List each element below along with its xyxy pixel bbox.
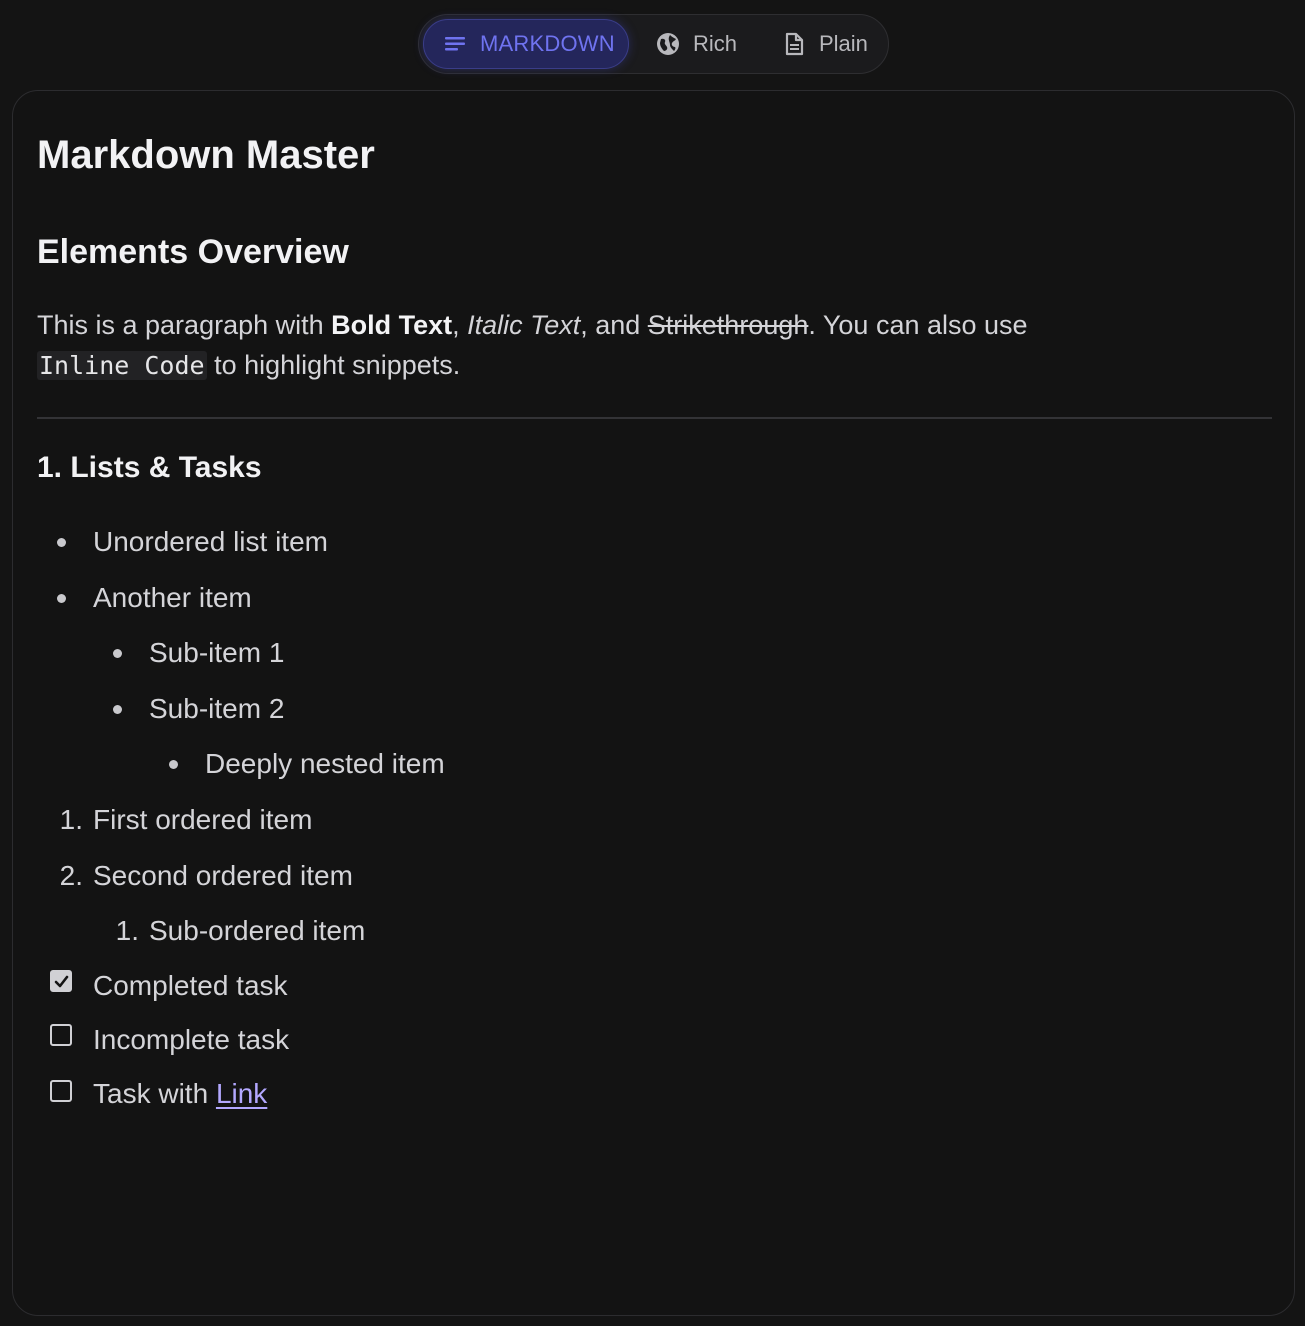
list-number: 1. xyxy=(115,915,139,946)
bullet-icon xyxy=(57,594,66,603)
paragraph-text: to highlight snippets. xyxy=(206,350,461,380)
task-checkbox[interactable] xyxy=(50,1024,72,1046)
inline-code: Inline Code xyxy=(37,351,207,380)
check-icon xyxy=(54,975,69,988)
editor-mode-switcher: MARKDOWN Rich Plain xyxy=(418,14,889,74)
markdown-editor[interactable]: Markdown Master Elements Overview This i… xyxy=(12,90,1295,1316)
task-item: Incomplete task xyxy=(93,1024,290,1055)
list-item: Another item xyxy=(93,582,252,613)
paragraph-text: . You can also use xyxy=(808,310,1028,340)
strikethrough-text: Strikethrough xyxy=(647,310,809,340)
lists-heading: 1. Lists & Tasks xyxy=(37,451,262,484)
ordered-item: Sub-ordered item xyxy=(149,915,366,946)
bullet-icon xyxy=(113,649,122,658)
tab-rich[interactable]: Rich xyxy=(649,19,749,69)
list-item: Unordered list item xyxy=(93,526,328,557)
tab-markdown[interactable]: MARKDOWN xyxy=(423,19,629,69)
bullet-icon xyxy=(57,538,66,547)
bullet-icon xyxy=(169,760,178,769)
tab-plain-label: Plain xyxy=(819,31,868,56)
paragraph-text: This is a paragraph with xyxy=(37,310,332,340)
list-item: Deeply nested item xyxy=(205,748,445,779)
paragraph: This is a paragraph with Bold Text, Ital… xyxy=(37,305,1272,386)
bullet-icon xyxy=(113,705,122,714)
task-link[interactable]: Link xyxy=(216,1078,267,1110)
document-icon xyxy=(781,31,807,57)
task-checkbox[interactable] xyxy=(50,1080,72,1102)
section-heading: Elements Overview xyxy=(37,233,349,271)
globe-icon xyxy=(655,31,681,57)
paragraph-text: , xyxy=(452,310,468,340)
task-text: Task with xyxy=(93,1078,216,1109)
lines-icon xyxy=(442,31,468,57)
tab-plain[interactable]: Plain xyxy=(775,19,885,69)
task-item: Task with Link xyxy=(93,1074,267,1114)
paragraph-text: , and xyxy=(580,310,648,340)
list-item: Sub-item 2 xyxy=(149,693,285,724)
list-number: 1. xyxy=(59,804,83,835)
task-checkbox-checked[interactable] xyxy=(50,970,72,992)
document-title: Markdown Master xyxy=(37,133,375,177)
task-item: Completed task xyxy=(93,970,288,1001)
ordered-item: First ordered item xyxy=(93,804,313,835)
list-number: 2. xyxy=(59,860,83,891)
horizontal-rule xyxy=(37,417,1272,419)
bold-text: Bold Text xyxy=(331,310,453,340)
list-item: Sub-item 1 xyxy=(149,637,285,668)
ordered-item: Second ordered item xyxy=(93,860,353,891)
italic-text: Italic Text xyxy=(467,310,581,340)
tab-markdown-label: MARKDOWN xyxy=(480,31,615,56)
tab-rich-label: Rich xyxy=(693,31,738,56)
